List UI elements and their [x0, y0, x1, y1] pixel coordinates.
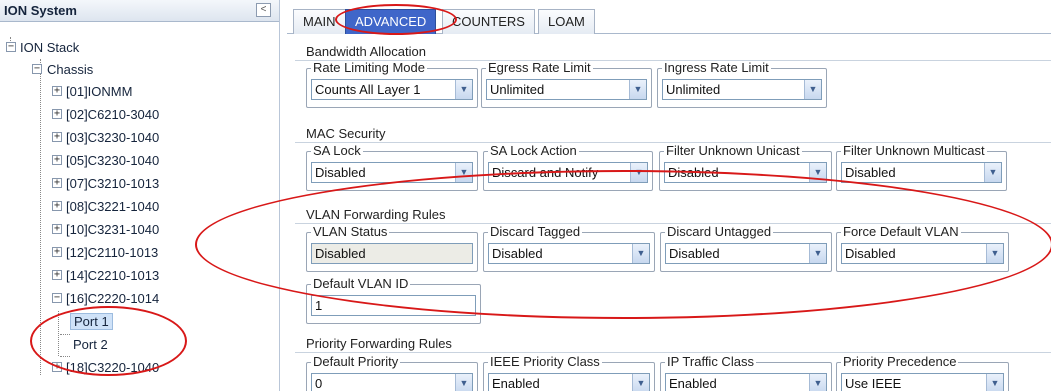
field-label: Default Priority — [311, 354, 401, 369]
tree-node-label[interactable]: [12]C2110-1013 — [66, 242, 158, 264]
expand-icon[interactable]: + — [52, 86, 62, 96]
field-label: Filter Unknown Unicast — [664, 143, 802, 158]
field-default-priority: Default Priority 0 ▼ — [306, 355, 478, 391]
tree-node-label[interactable]: ION Stack — [20, 37, 79, 59]
select-value: Enabled — [492, 376, 540, 391]
annotation-circle-ports — [30, 306, 187, 376]
chevron-down-icon[interactable]: ▼ — [804, 80, 821, 99]
chevron-down-icon[interactable]: ▼ — [986, 374, 1003, 391]
section-title-mac-security: MAC Security — [306, 126, 386, 141]
select-value: Unlimited — [666, 82, 721, 97]
expand-icon[interactable]: + — [52, 132, 62, 142]
expand-icon[interactable]: + — [52, 247, 62, 257]
tab-loam[interactable]: LOAM — [538, 9, 595, 34]
default-priority-select[interactable]: 0 ▼ — [311, 373, 473, 391]
section-title-priority-forwarding: Priority Forwarding Rules — [306, 336, 452, 351]
field-label: SA Lock Action — [488, 143, 579, 158]
select-value: Use IEEE — [845, 376, 902, 391]
field-label: Ingress Rate Limit — [662, 60, 771, 75]
expand-icon[interactable]: + — [52, 224, 62, 234]
ingress-rate-limit-select[interactable]: Unlimited ▼ — [662, 79, 822, 100]
expand-icon[interactable]: + — [52, 178, 62, 188]
field-rate-limiting-mode: Rate Limiting Mode Counts All Layer 1 ▼ — [306, 61, 478, 108]
chevron-down-icon[interactable]: ▼ — [632, 374, 649, 391]
chevron-down-icon[interactable]: ▼ — [809, 374, 826, 391]
field-label: Filter Unknown Multicast — [841, 143, 987, 158]
tree-node-label[interactable]: [01]IONMM — [66, 81, 132, 103]
annotation-circle-advanced-tab — [335, 4, 457, 35]
select-value: Disabled — [315, 165, 366, 180]
tree-node-label[interactable]: [03]C3230-1040 — [66, 127, 159, 149]
port-detail-panel: MAIN ADVANCED COUNTERS LOAM Bandwidth Al… — [195, 0, 1051, 391]
field-label: IP Traffic Class — [665, 354, 756, 369]
priority-precedence-select[interactable]: Use IEEE ▼ — [841, 373, 1004, 391]
field-egress-rate-limit: Egress Rate Limit Unlimited ▼ — [481, 61, 652, 108]
section-title-bandwidth: Bandwidth Allocation — [306, 44, 426, 59]
filter-unknown-multicast-select[interactable]: Disabled ▼ — [841, 162, 1002, 183]
annotation-circle-vlan-rules — [195, 170, 1051, 319]
collapse-icon[interactable]: − — [52, 293, 62, 303]
collapse-icon[interactable]: − — [6, 42, 16, 52]
field-priority-precedence: Priority Precedence Use IEEE ▼ — [836, 355, 1009, 391]
field-ip-traffic-class: IP Traffic Class Enabled ▼ — [660, 355, 832, 391]
field-label: Priority Precedence — [841, 354, 959, 369]
rate-limiting-mode-select[interactable]: Counts All Layer 1 ▼ — [311, 79, 473, 100]
select-value: Disabled — [845, 165, 896, 180]
chevron-down-icon[interactable]: ▼ — [455, 80, 472, 99]
field-label: Rate Limiting Mode — [311, 60, 427, 75]
section-divider — [295, 352, 1051, 353]
chevron-down-icon[interactable]: ▼ — [629, 80, 646, 99]
select-value: 0 — [315, 376, 323, 391]
chevron-down-icon[interactable]: ▼ — [455, 374, 472, 391]
tree-header: ION System < — [0, 0, 279, 22]
expand-icon[interactable]: + — [52, 109, 62, 119]
tree-node-label[interactable]: Chassis — [47, 59, 93, 81]
ip-traffic-class-select[interactable]: Enabled ▼ — [665, 373, 827, 391]
collapse-panel-button[interactable]: < — [256, 3, 271, 17]
egress-rate-limit-select[interactable]: Unlimited ▼ — [486, 79, 647, 100]
field-ingress-rate-limit: Ingress Rate Limit Unlimited ▼ — [657, 61, 827, 108]
field-label: SA Lock — [311, 143, 363, 158]
tree-node-label[interactable]: [14]C2210-1013 — [66, 265, 159, 287]
select-value: Enabled — [669, 376, 717, 391]
field-label: IEEE Priority Class — [488, 354, 602, 369]
expand-icon[interactable]: + — [52, 201, 62, 211]
tree-node-label[interactable]: [02]C6210-3040 — [66, 104, 159, 126]
tree-node-label[interactable]: [05]C3230-1040 — [66, 150, 159, 172]
tree-node-label[interactable]: [07]C3210-1013 — [66, 173, 159, 195]
navigation-tree-panel: ION System < − ION Stack − Chassis + [01]… — [0, 0, 280, 391]
tree-node-label[interactable]: [10]C3231-1040 — [66, 219, 159, 241]
select-value: Counts All Layer 1 — [315, 82, 421, 97]
select-value: Unlimited — [490, 82, 545, 97]
expand-icon[interactable]: + — [52, 270, 62, 280]
field-ieee-priority-class: IEEE Priority Class Enabled ▼ — [483, 355, 655, 391]
collapse-icon[interactable]: − — [32, 64, 42, 74]
expand-icon[interactable]: + — [52, 155, 62, 165]
chevron-down-icon[interactable]: ▼ — [984, 163, 1001, 182]
ieee-priority-class-select[interactable]: Enabled ▼ — [488, 373, 650, 391]
field-label: Egress Rate Limit — [486, 60, 593, 75]
tab-bar: MAIN ADVANCED COUNTERS LOAM — [287, 0, 1051, 35]
tree-node-label[interactable]: [08]C3221-1040 — [66, 196, 159, 218]
tree-title: ION System — [4, 3, 77, 18]
